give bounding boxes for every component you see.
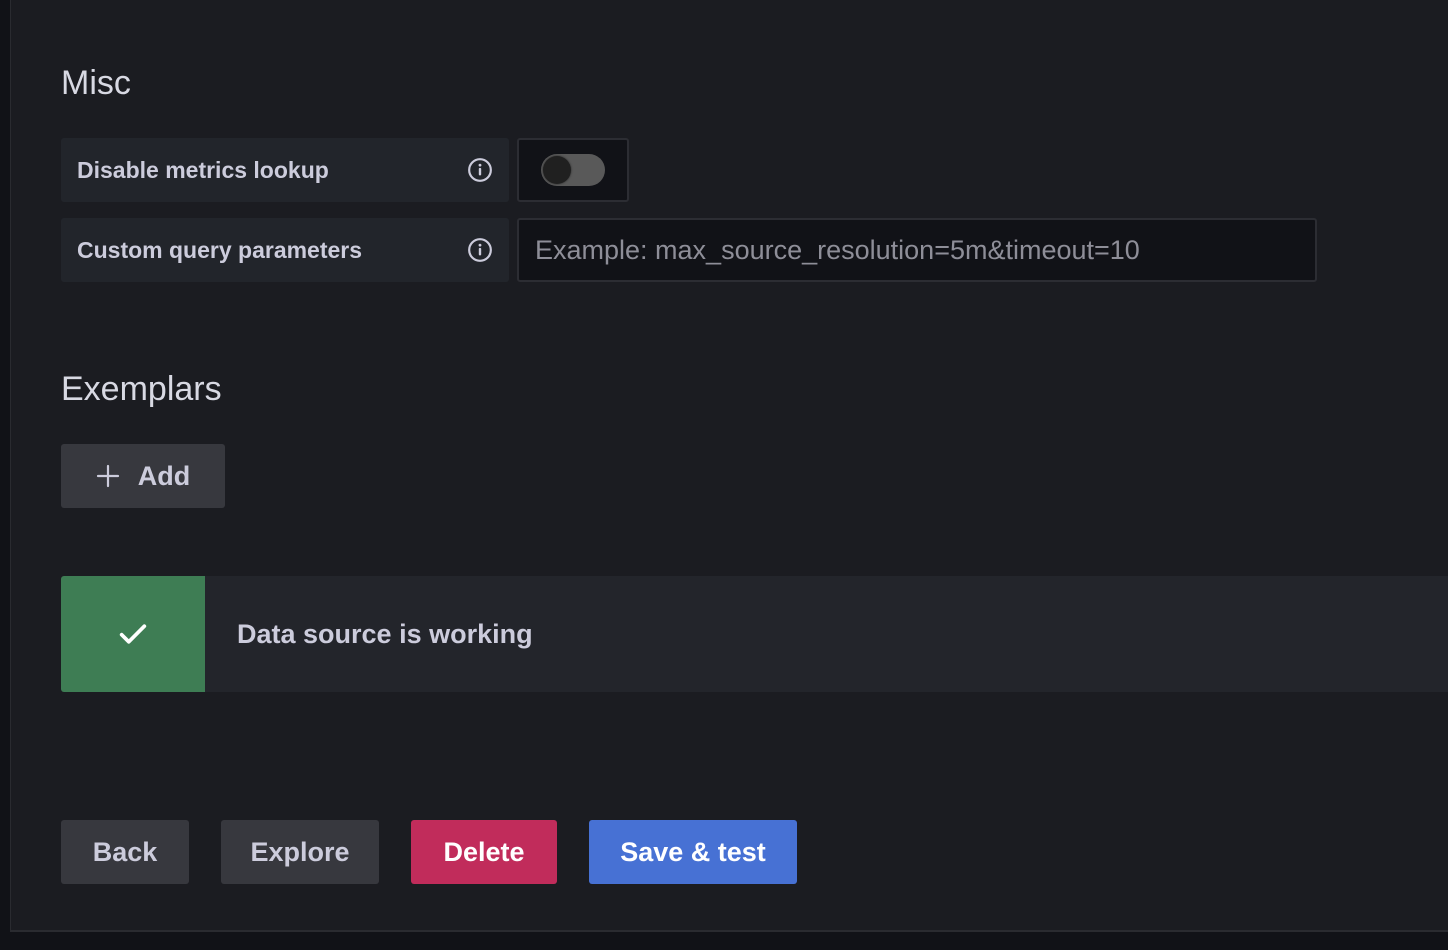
custom-query-parameters-row: Custom query parameters	[61, 218, 1317, 282]
custom-query-parameters-input[interactable]	[517, 218, 1317, 282]
toggle-knob	[543, 156, 571, 184]
datasource-settings-page: Misc Disable metrics lookup Custom query…	[10, 0, 1448, 932]
custom-query-parameters-label: Custom query parameters	[61, 218, 509, 282]
check-icon	[119, 624, 147, 644]
exemplars-heading: Exemplars	[61, 370, 222, 408]
disable-metrics-lookup-text: Disable metrics lookup	[77, 156, 329, 183]
delete-button[interactable]: Delete	[411, 820, 557, 884]
info-circle-icon[interactable]	[467, 157, 493, 183]
alert-message: Data source is working	[237, 618, 533, 649]
custom-query-parameters-text: Custom query parameters	[77, 236, 363, 263]
status-alert: Data source is working	[61, 576, 1448, 692]
disable-metrics-lookup-toggle-container	[517, 138, 629, 202]
disable-metrics-lookup-row: Disable metrics lookup	[61, 138, 629, 202]
explore-button[interactable]: Explore	[221, 820, 379, 884]
add-exemplar-button[interactable]: Add	[61, 444, 225, 508]
misc-heading: Misc	[61, 64, 131, 102]
disable-metrics-lookup-label: Disable metrics lookup	[61, 138, 509, 202]
alert-icon-box	[61, 576, 205, 692]
info-circle-icon[interactable]	[467, 237, 493, 263]
back-button[interactable]: Back	[61, 820, 189, 884]
add-exemplar-label: Add	[137, 460, 191, 491]
plus-icon	[96, 464, 119, 488]
save-test-button[interactable]: Save & test	[589, 820, 797, 884]
disable-metrics-lookup-toggle[interactable]	[541, 154, 605, 186]
